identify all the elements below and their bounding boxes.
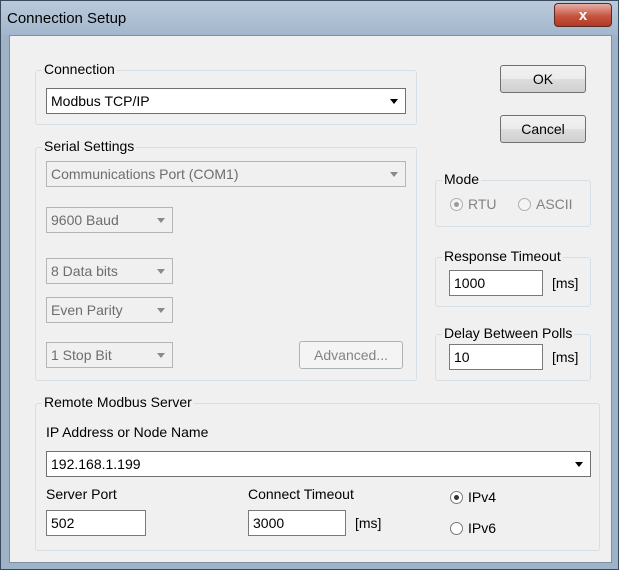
server-port-label: Server Port xyxy=(46,486,117,502)
mode-ascii-radio[interactable]: ASCII xyxy=(518,196,573,212)
chevron-down-icon xyxy=(150,307,172,313)
stop-bits-dropdown[interactable]: 1 Stop Bit xyxy=(46,342,173,368)
chevron-down-icon xyxy=(383,171,405,177)
ok-button-label: OK xyxy=(532,71,554,87)
mode-rtu-label: RTU xyxy=(468,196,497,212)
ipv4-label: IPv4 xyxy=(468,489,497,505)
ipv6-label: IPv6 xyxy=(468,520,497,536)
connect-timeout-label: Connect Timeout xyxy=(248,486,354,502)
chevron-down-icon xyxy=(383,98,405,104)
advanced-button[interactable]: Advanced... xyxy=(299,341,403,369)
baud-rate-dropdown[interactable]: 9600 Baud xyxy=(46,207,173,233)
ip-address-label: IP Address or Node Name xyxy=(46,424,209,440)
title-bar[interactable]: Connection Setup x xyxy=(1,1,618,35)
mode-group-label: Mode xyxy=(442,171,482,187)
mode-group: Mode RTU ASCII xyxy=(435,171,591,227)
close-icon: x xyxy=(578,6,588,24)
connection-setup-window: Connection Setup x Connection Modbus TCP… xyxy=(0,0,619,570)
chevron-down-icon xyxy=(150,268,172,274)
delay-between-polls-unit: [ms] xyxy=(552,349,579,365)
delay-between-polls-input[interactable] xyxy=(449,344,543,370)
mode-rtu-radio[interactable]: RTU xyxy=(450,196,497,212)
comm-port-value: Communications Port (COM1) xyxy=(51,166,239,182)
response-timeout-unit: [ms] xyxy=(552,275,579,291)
remote-modbus-server-group-label: Remote Modbus Server xyxy=(42,394,194,410)
ipv4-radio[interactable]: IPv4 xyxy=(450,489,496,505)
delay-between-polls-group-label: Delay Between Polls xyxy=(442,325,575,341)
advanced-button-label: Advanced... xyxy=(314,347,388,363)
data-bits-value: 8 Data bits xyxy=(51,263,118,279)
dialog-body: Connection Modbus TCP/IP OK Cancel Seria… xyxy=(9,35,612,563)
ok-button[interactable]: OK xyxy=(500,65,586,93)
radio-checked-icon xyxy=(450,197,463,211)
close-button[interactable]: x xyxy=(554,3,612,27)
cancel-button-label: Cancel xyxy=(521,121,565,137)
connect-timeout-unit: [ms] xyxy=(355,515,382,531)
cancel-button[interactable]: Cancel xyxy=(500,115,586,143)
radio-unchecked-icon xyxy=(518,197,531,211)
radio-checked-icon xyxy=(450,490,463,504)
stop-bits-value: 1 Stop Bit xyxy=(51,347,112,363)
parity-dropdown[interactable]: Even Parity xyxy=(46,297,173,323)
connection-type-dropdown[interactable]: Modbus TCP/IP xyxy=(46,88,406,114)
response-timeout-group: Response Timeout [ms] xyxy=(435,248,591,307)
server-port-input[interactable] xyxy=(46,510,146,536)
chevron-down-icon xyxy=(568,461,590,467)
parity-value: Even Parity xyxy=(51,302,123,318)
response-timeout-input[interactable] xyxy=(449,270,543,296)
window-title: Connection Setup xyxy=(7,10,127,27)
connect-timeout-input[interactable] xyxy=(248,510,346,536)
ip-address-value: 192.168.1.199 xyxy=(51,456,141,472)
data-bits-dropdown[interactable]: 8 Data bits xyxy=(46,258,173,284)
serial-settings-group: Serial Settings Communications Port (COM… xyxy=(35,138,417,381)
baud-rate-value: 9600 Baud xyxy=(51,212,119,228)
ip-address-combo[interactable]: 192.168.1.199 xyxy=(46,451,591,477)
serial-settings-group-label: Serial Settings xyxy=(42,138,137,154)
mode-ascii-label: ASCII xyxy=(536,196,573,212)
response-timeout-group-label: Response Timeout xyxy=(442,248,563,264)
connection-type-value: Modbus TCP/IP xyxy=(51,93,150,109)
connection-group-label: Connection xyxy=(42,61,117,77)
radio-unchecked-icon xyxy=(450,521,463,535)
chevron-down-icon xyxy=(150,217,172,223)
ipv6-radio[interactable]: IPv6 xyxy=(450,520,496,536)
remote-modbus-server-group: Remote Modbus Server IP Address or Node … xyxy=(35,394,600,551)
connection-group: Connection Modbus TCP/IP xyxy=(35,61,417,125)
comm-port-dropdown[interactable]: Communications Port (COM1) xyxy=(46,161,406,187)
delay-between-polls-group: Delay Between Polls [ms] xyxy=(435,325,591,381)
chevron-down-icon xyxy=(150,352,172,358)
